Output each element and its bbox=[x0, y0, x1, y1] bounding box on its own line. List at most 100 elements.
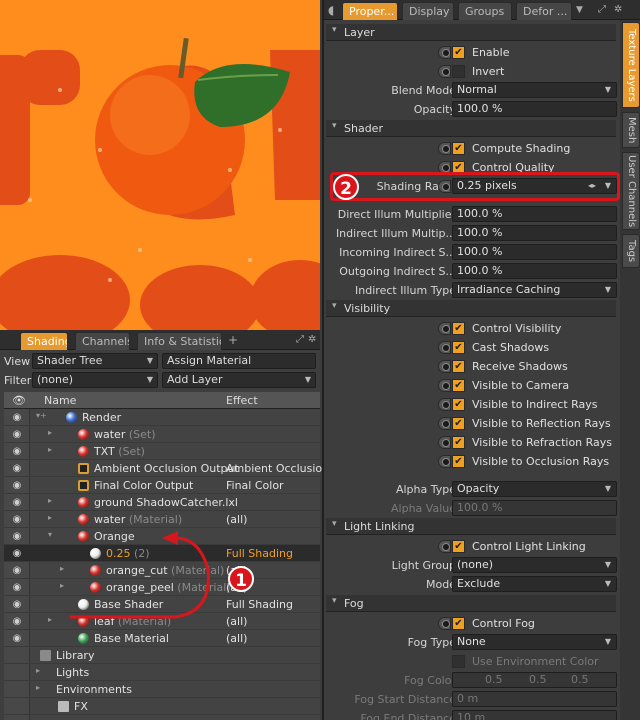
fog-start-field[interactable]: 0 m bbox=[452, 691, 617, 707]
expand-toggle-icon[interactable]: ▸ bbox=[36, 683, 40, 692]
visibility-eye-icon[interactable]: ◉ bbox=[6, 445, 28, 458]
channel-link-icon[interactable] bbox=[438, 379, 451, 392]
expand-icon[interactable]: ⤢ bbox=[296, 333, 304, 347]
tree-row[interactable]: ▸ Environments bbox=[4, 681, 320, 698]
channel-link-icon[interactable] bbox=[438, 341, 451, 354]
expand-toggle-icon[interactable]: ▸ bbox=[60, 581, 64, 590]
fog-end-field[interactable]: 10 m bbox=[452, 710, 617, 720]
tab-display[interactable]: Display bbox=[402, 2, 454, 20]
effect-column-header[interactable]: Effect bbox=[226, 394, 258, 407]
visibility-eye-icon[interactable]: ◉ bbox=[6, 428, 28, 441]
gear-icon[interactable]: ✲ bbox=[614, 3, 622, 17]
channel-link-icon[interactable] bbox=[438, 322, 451, 335]
outgoing-indirect-field[interactable]: 100.0 % bbox=[452, 263, 617, 279]
section-light-linking[interactable]: Light Linking bbox=[326, 518, 616, 535]
visibility-checkbox[interactable]: ✔ bbox=[452, 455, 465, 468]
tree-row[interactable]: ◉ 0.25 (2) Full Shading bbox=[4, 545, 320, 562]
control-quality-checkbox[interactable]: ✔ bbox=[452, 161, 465, 172]
add-tab-button[interactable]: + bbox=[228, 333, 238, 347]
expand-toggle-icon[interactable]: ▾+ bbox=[36, 411, 47, 420]
section-visibility[interactable]: Visibility bbox=[326, 300, 616, 317]
enable-checkbox[interactable]: ✔ bbox=[452, 46, 465, 59]
tree-item-effect[interactable]: (all) bbox=[226, 632, 247, 645]
tab-deformers[interactable]: Defor ... bbox=[516, 2, 572, 20]
tree-row[interactable]: ◉ ▾ Orange bbox=[4, 528, 320, 545]
tree-row[interactable]: ◉ ▸ TXT (Set) bbox=[4, 443, 320, 460]
visibility-eye-icon[interactable]: ◉ bbox=[6, 513, 28, 526]
fog-color-b[interactable]: 0.5 bbox=[571, 673, 589, 687]
tree-row[interactable]: ◉ Ambient Occlusion Output Ambient Occlusi… bbox=[4, 460, 329, 477]
channel-link-icon[interactable] bbox=[438, 65, 451, 78]
tree-item-effect[interactable]: (all) bbox=[226, 615, 247, 628]
indirect-type-dropdown[interactable]: Irradiance Caching ▼ bbox=[452, 282, 617, 298]
visibility-eye-icon[interactable]: ◉ bbox=[6, 479, 28, 492]
visibility-eye-icon[interactable] bbox=[6, 666, 28, 679]
use-env-color-checkbox[interactable]: ✔ bbox=[452, 655, 465, 668]
tree-row[interactable]: ◉▸orange_cut (Material)(all) bbox=[4, 562, 320, 579]
section-shader[interactable]: Shader bbox=[326, 120, 616, 137]
visibility-checkbox[interactable]: ✔ bbox=[452, 322, 465, 335]
tree-row[interactable]: ◉ ▸ water (Set) bbox=[4, 426, 320, 443]
assign-material-button[interactable]: Assign Material bbox=[162, 353, 316, 369]
control-fog-checkbox[interactable]: ✔ bbox=[452, 617, 465, 630]
mode-dropdown[interactable]: Exclude ▼ bbox=[452, 576, 617, 592]
fog-color-r[interactable]: 0.5 bbox=[485, 673, 503, 687]
visibility-checkbox[interactable]: ✔ bbox=[452, 436, 465, 449]
channel-link-icon[interactable] bbox=[438, 142, 451, 155]
fog-color-g[interactable]: 0.5 bbox=[529, 673, 547, 687]
vtab-texture-layers[interactable]: Texture Layers bbox=[622, 22, 640, 108]
channel-link-icon[interactable] bbox=[438, 617, 451, 630]
visibility-eye-icon[interactable] bbox=[6, 683, 28, 696]
tab-shading[interactable]: Shading bbox=[20, 332, 68, 350]
tree-row[interactable]: Library bbox=[4, 647, 320, 664]
visibility-eye-icon[interactable]: ◉ bbox=[6, 462, 28, 475]
visibility-eye-icon[interactable]: ◉ bbox=[6, 632, 28, 645]
expand-toggle-icon[interactable]: ▸ bbox=[60, 564, 64, 573]
control-light-linking-checkbox[interactable]: ✔ bbox=[452, 540, 465, 553]
visibility-checkbox[interactable]: ✔ bbox=[452, 341, 465, 354]
vtab-tags[interactable]: Tags bbox=[622, 234, 640, 268]
visibility-eye-icon[interactable]: ◉ bbox=[6, 615, 28, 628]
channel-link-icon[interactable] bbox=[438, 360, 451, 373]
alpha-type-dropdown[interactable]: Opacity ▼ bbox=[452, 481, 617, 497]
fog-type-dropdown[interactable]: None ▼ bbox=[452, 634, 617, 650]
tree-row[interactable]: FX bbox=[4, 698, 320, 715]
visibility-eye-icon[interactable]: ◉ bbox=[6, 411, 28, 424]
visibility-eye-icon[interactable]: ◉ bbox=[6, 598, 28, 611]
alpha-value-field[interactable]: 100.0 % bbox=[452, 500, 617, 516]
gear-icon[interactable]: ✲ bbox=[308, 333, 316, 347]
chevron-down-icon[interactable]: ▼ bbox=[576, 3, 583, 17]
channel-link-icon[interactable] bbox=[438, 455, 451, 468]
visibility-checkbox[interactable]: ✔ bbox=[452, 398, 465, 411]
shader-tree[interactable]: ◉ ▾+ Render ◉ ▸ water (Set) ◉ ▸ TXT (Set) ◉ Ambien… bbox=[4, 409, 329, 720]
tree-item-effect[interactable]: Full Shading bbox=[226, 547, 293, 560]
tab-info-statistics[interactable]: Info & Statistics bbox=[137, 332, 222, 350]
channel-link-icon[interactable] bbox=[438, 46, 451, 59]
tree-row[interactable]: ◉ Base Shader Full Shading bbox=[4, 596, 320, 613]
tree-row[interactable]: ◉ Final Color Output Final Color bbox=[4, 477, 320, 494]
visibility-eye-icon[interactable]: ◉ bbox=[6, 564, 28, 577]
tree-item-effect[interactable]: Full Shading bbox=[226, 598, 293, 611]
panel-menu-icon[interactable]: ◖ bbox=[328, 3, 334, 17]
fog-color-field[interactable]: 0.5 0.5 0.5 bbox=[452, 672, 617, 688]
blend-mode-dropdown[interactable]: Normal ▼ bbox=[452, 82, 617, 98]
view-dropdown[interactable]: Shader Tree ▼ bbox=[32, 353, 158, 369]
visibility-eye-icon[interactable]: ◉ bbox=[6, 581, 28, 594]
filter-dropdown[interactable]: (none) ▼ bbox=[32, 372, 158, 388]
section-layer[interactable]: Layer bbox=[326, 24, 616, 41]
tab-groups[interactable]: Groups bbox=[458, 2, 512, 20]
tree-row[interactable]: ◉ ▸ water (Material) (all) bbox=[4, 511, 320, 528]
tree-row[interactable]: ◉ Base Material (all) bbox=[4, 630, 320, 647]
section-fog[interactable]: Fog bbox=[326, 595, 616, 612]
expand-toggle-icon[interactable]: ▸ bbox=[48, 496, 52, 505]
channel-link-icon[interactable] bbox=[438, 161, 451, 172]
vtab-mesh[interactable]: Mesh bbox=[622, 112, 640, 148]
visibility-eye-icon[interactable]: ◉ bbox=[6, 547, 28, 560]
name-column-header[interactable]: Name bbox=[44, 394, 76, 407]
channel-link-icon[interactable] bbox=[438, 540, 451, 553]
channel-link-icon[interactable] bbox=[438, 417, 451, 430]
light-group-dropdown[interactable]: (none) ▼ bbox=[452, 557, 617, 573]
channel-link-icon[interactable] bbox=[438, 436, 451, 449]
expand-toggle-icon[interactable]: ▸ bbox=[36, 666, 40, 675]
visibility-checkbox[interactable]: ✔ bbox=[452, 379, 465, 392]
